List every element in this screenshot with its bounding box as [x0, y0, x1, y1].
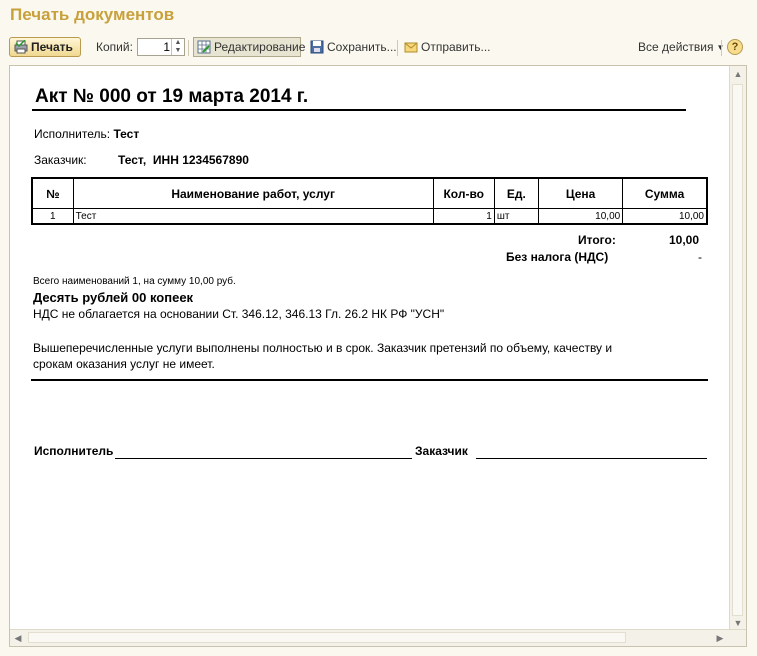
document-title: Акт № 000 от 19 марта 2014 г.: [35, 86, 309, 107]
table-header-row: № Наименование работ, услуг Кол-во Ед. Ц…: [31, 177, 708, 209]
row-number: 1: [31, 208, 74, 225]
edit-toggle-button[interactable]: Редактирование: [193, 37, 305, 57]
column-header: Наименование работ, услуг: [72, 177, 434, 209]
send-button[interactable]: Отправить...: [404, 37, 491, 57]
printer-icon: [14, 39, 28, 54]
row-sum: 10,00: [622, 208, 708, 225]
copies-input[interactable]: [138, 40, 172, 54]
column-header: №: [31, 177, 74, 209]
executor-signature-line: [115, 458, 412, 459]
scroll-right-icon[interactable]: ▶: [712, 630, 728, 646]
vat-note: НДС не облагается на основании Ст. 346.1…: [33, 307, 445, 321]
statement-line-1: Вышеперечисленные услуги выполнены полно…: [33, 341, 613, 355]
sign-executor-label: Исполнитель: [34, 444, 114, 458]
send-button-label: Отправить...: [421, 40, 491, 54]
document: Акт № 000 от 19 марта 2014 г. Исполнител…: [10, 66, 730, 631]
total-label: Итого:: [578, 233, 616, 247]
save-button-label: Сохранить...: [327, 40, 397, 54]
customer-label: Заказчик:: [34, 153, 87, 167]
sign-customer-label: Заказчик: [415, 444, 468, 458]
vertical-scrollbar[interactable]: ▲ ▼: [729, 66, 746, 631]
copies-label: Копий:: [96, 40, 133, 54]
executor-label: Исполнитель:: [34, 127, 111, 141]
scroll-left-icon[interactable]: ◀: [10, 630, 26, 646]
print-button[interactable]: Печать: [9, 37, 81, 57]
chevron-down-icon: ▼: [716, 42, 725, 52]
copies-stepper[interactable]: ▲ ▼: [137, 38, 185, 56]
executor-row: Исполнитель: Тест: [34, 127, 139, 141]
floppy-disk-icon: [310, 40, 324, 54]
vat-label: Без налога (НДС): [506, 250, 609, 264]
summary-line: Всего наименований 1, на сумму 10,00 руб…: [33, 276, 236, 287]
executor-value: Тест: [113, 127, 140, 141]
statement-line-2: срокам оказания услуг не имеет.: [33, 357, 215, 371]
amount-in-words: Десять рублей 00 копеек: [33, 290, 194, 305]
help-button[interactable]: ?: [727, 39, 743, 55]
column-header: Сумма: [622, 177, 708, 209]
copies-spin[interactable]: ▲ ▼: [171, 39, 184, 55]
table-row: 1 Тест 1 шт 10,00 10,00: [31, 208, 708, 225]
save-button[interactable]: Сохранить...: [310, 37, 397, 57]
spin-down-icon[interactable]: ▼: [172, 47, 184, 55]
title-underline: [32, 109, 686, 111]
spin-up-icon[interactable]: ▲: [172, 39, 184, 47]
row-qty: 1: [432, 208, 495, 225]
horizontal-scroll-thumb[interactable]: [28, 632, 626, 643]
row-unit: шт: [493, 208, 539, 225]
row-price: 10,00: [537, 208, 624, 225]
edit-toggle-label: Редактирование: [214, 40, 306, 54]
all-actions-label: Все действия: [638, 40, 714, 54]
scroll-up-icon[interactable]: ▲: [730, 66, 746, 82]
all-actions-menu[interactable]: Все действия ▼: [638, 37, 724, 57]
envelope-icon: [404, 40, 418, 54]
column-header: Ед.: [493, 177, 539, 209]
print-button-label: Печать: [31, 40, 73, 54]
column-header: Цена: [537, 177, 624, 209]
customer-signature-line: [476, 458, 707, 459]
edit-grid-icon: [197, 40, 211, 54]
document-viewport[interactable]: Акт № 000 от 19 марта 2014 г. Исполнител…: [9, 65, 747, 647]
row-name: Тест: [72, 208, 434, 225]
vertical-scroll-thumb[interactable]: [732, 84, 743, 616]
section-divider: [31, 379, 708, 381]
column-header: Кол-во: [432, 177, 495, 209]
customer-value: Тест, ИНН 1234567890: [118, 153, 249, 167]
items-table: № Наименование работ, услуг Кол-во Ед. Ц…: [31, 177, 708, 225]
horizontal-scrollbar[interactable]: ◀ ▶: [10, 629, 746, 646]
vat-value: -: [698, 250, 702, 264]
total-value: 10,00: [669, 233, 700, 247]
window-title: Печать документов: [10, 5, 175, 24]
